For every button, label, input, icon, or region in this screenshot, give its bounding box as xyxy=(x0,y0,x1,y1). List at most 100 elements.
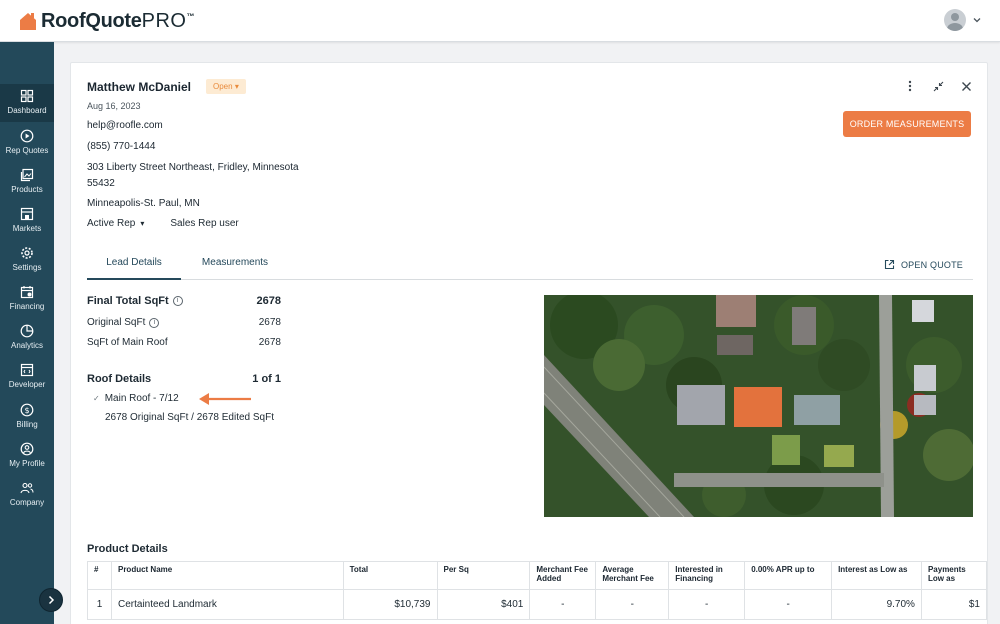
caret-down-icon: ▾ xyxy=(140,219,145,228)
table-cell: - xyxy=(529,589,597,620)
order-measurements-button[interactable]: ORDER MEASUREMENTS xyxy=(843,111,971,137)
column-header[interactable]: Payments Low as xyxy=(920,561,988,590)
table-header-row: # Product Name Total Per Sq Merchant Fee… xyxy=(87,561,988,590)
metric-value: 2678 xyxy=(258,337,281,348)
column-header[interactable]: Average Merchant Fee xyxy=(595,561,670,590)
status-badge[interactable]: Open ▾ xyxy=(206,79,246,94)
roof-item-main[interactable]: ✓ Main Roof - 7/12 xyxy=(93,393,179,404)
lead-name: Matthew McDaniel xyxy=(87,80,192,94)
sidebar-item-label: Markets xyxy=(12,224,42,233)
rep-status-label: Active Rep xyxy=(87,218,136,229)
close-icon[interactable] xyxy=(959,79,973,93)
roof-details-title: Roof Details xyxy=(87,373,152,385)
sidebar-item-my-profile[interactable]: My Profile xyxy=(0,437,54,475)
info-icon[interactable]: i xyxy=(149,317,160,328)
sidebar-item-label: Rep Quotes xyxy=(5,146,49,155)
dollar-circle-icon: $ xyxy=(20,403,34,417)
column-header[interactable]: Merchant Fee Added xyxy=(529,561,597,590)
table-cell: 9.70% xyxy=(831,589,922,620)
main-roof-sqft-row: SqFt of Main Roof 2678 xyxy=(87,337,281,348)
pie-chart-icon xyxy=(20,324,34,338)
lead-card: Matthew McDaniel Open ▾ Aug 16, 2023 hel… xyxy=(70,62,988,624)
calendar-dollar-icon xyxy=(20,286,34,299)
column-header[interactable]: Interested in Financing xyxy=(668,561,746,590)
tab-lead-details[interactable]: Lead Details xyxy=(87,250,181,280)
column-header[interactable]: Total xyxy=(342,561,438,590)
sidebar-collapse-button[interactable] xyxy=(39,588,63,612)
open-quote-link[interactable]: OPEN QUOTE xyxy=(884,259,963,270)
sidebar-item-developer[interactable]: Developer xyxy=(0,358,54,396)
play-circle-icon xyxy=(20,129,34,143)
metric-label: Original SqFt xyxy=(87,317,146,328)
metric-label: SqFt of Main Roof xyxy=(87,337,168,348)
user-menu[interactable] xyxy=(944,9,982,31)
roofquote-logo[interactable]: RoofQuotePRO™ xyxy=(18,8,194,34)
external-link-icon xyxy=(884,259,895,270)
sidebar-item-label: My Profile xyxy=(9,459,45,468)
lead-email[interactable]: help@roofle.com xyxy=(87,120,163,131)
roof-details-header: Roof Details 1 of 1 xyxy=(87,373,281,385)
sidebar-item-products[interactable]: Products xyxy=(0,163,54,201)
tab-measurements[interactable]: Measurements xyxy=(191,250,279,280)
sidebar-item-rep-quotes[interactable]: Rep Quotes xyxy=(0,124,54,162)
more-options-icon[interactable] xyxy=(903,79,917,93)
sidebar-item-company[interactable]: Company xyxy=(0,476,54,514)
lead-address-line2: 55432 xyxy=(87,178,115,189)
original-sqft-row: Original SqFt i 2678 xyxy=(87,317,281,328)
dashboard-icon xyxy=(20,89,34,103)
column-header[interactable]: 0.00% APR up to xyxy=(744,561,833,590)
arrow-left-icon xyxy=(199,393,251,405)
sidebar-item-analytics[interactable]: Analytics xyxy=(0,319,54,357)
column-header[interactable]: Product Name xyxy=(110,561,344,590)
roof-item-sqft: 2678 Original SqFt / 2678 Edited SqFt xyxy=(105,412,274,423)
metric-value: 2678 xyxy=(258,317,281,328)
open-quote-label: OPEN QUOTE xyxy=(900,259,963,270)
final-total-sqft-row: Final Total SqFt i 2678 xyxy=(87,295,281,307)
table-row[interactable]: 1 Certainteed Landmark $10,739 $401 - - … xyxy=(87,589,988,620)
product-details-table: # Product Name Total Per Sq Merchant Fee… xyxy=(87,561,988,620)
roof-item-label: Main Roof - 7/12 xyxy=(104,393,179,404)
table-cell: - xyxy=(744,589,833,620)
gallery-icon xyxy=(20,168,34,182)
sidebar-item-dashboard[interactable]: Dashboard xyxy=(0,84,54,122)
svg-text:$: $ xyxy=(24,406,29,415)
product-details-title: Product Details xyxy=(87,543,168,555)
sidebar-item-label: Developer xyxy=(8,380,46,389)
aerial-roof-image[interactable] xyxy=(544,295,973,517)
lead-phone[interactable]: (855) 770-1444 xyxy=(87,141,155,152)
chevron-right-icon xyxy=(48,595,55,605)
sidebar-item-financing[interactable]: Financing xyxy=(0,280,54,318)
sidebar-item-billing[interactable]: $ Billing xyxy=(0,398,54,436)
sidebar-item-label: Dashboard xyxy=(7,106,47,115)
sidebar-item-label: Analytics xyxy=(10,341,43,350)
top-bar: RoofQuotePRO™ xyxy=(0,0,1000,42)
card-actions xyxy=(903,79,973,93)
collapse-arrows-icon[interactable] xyxy=(931,79,945,93)
caret-down-icon: ▾ xyxy=(234,82,239,91)
table-cell: Certainteed Landmark xyxy=(110,589,344,620)
sidebar-item-label: Products xyxy=(11,185,43,194)
sidebar-item-markets[interactable]: Markets xyxy=(0,202,54,240)
sidebar-item-label: Company xyxy=(9,498,45,507)
gear-icon xyxy=(21,247,33,259)
check-icon: ✓ xyxy=(93,394,100,403)
status-label: Open xyxy=(213,82,233,91)
info-icon[interactable]: i xyxy=(172,296,183,306)
sidebar-item-label: Settings xyxy=(12,263,42,272)
logo-text: RoofQuotePRO™ xyxy=(41,9,195,32)
column-header[interactable]: Per Sq xyxy=(436,561,531,590)
lead-address-line1: 303 Liberty Street Northeast, Fridley, M… xyxy=(87,162,299,173)
code-window-icon xyxy=(20,363,34,377)
avatar-icon xyxy=(944,9,966,31)
lead-tabs: Lead Details Measurements xyxy=(87,250,973,280)
column-header[interactable]: # xyxy=(87,561,112,590)
table-cell: 1 xyxy=(87,589,112,620)
house-logo-icon xyxy=(18,11,38,31)
lead-date: Aug 16, 2023 xyxy=(87,101,141,111)
rep-status-dropdown[interactable]: Active Rep ▾ xyxy=(87,218,144,229)
sidebar-item-label: Billing xyxy=(16,420,38,429)
column-header[interactable]: Interest as Low as xyxy=(831,561,922,590)
lead-market: Minneapolis-St. Paul, MN xyxy=(87,198,200,209)
sidebar-item-settings[interactable]: Settings xyxy=(0,241,54,279)
store-icon xyxy=(20,207,34,221)
